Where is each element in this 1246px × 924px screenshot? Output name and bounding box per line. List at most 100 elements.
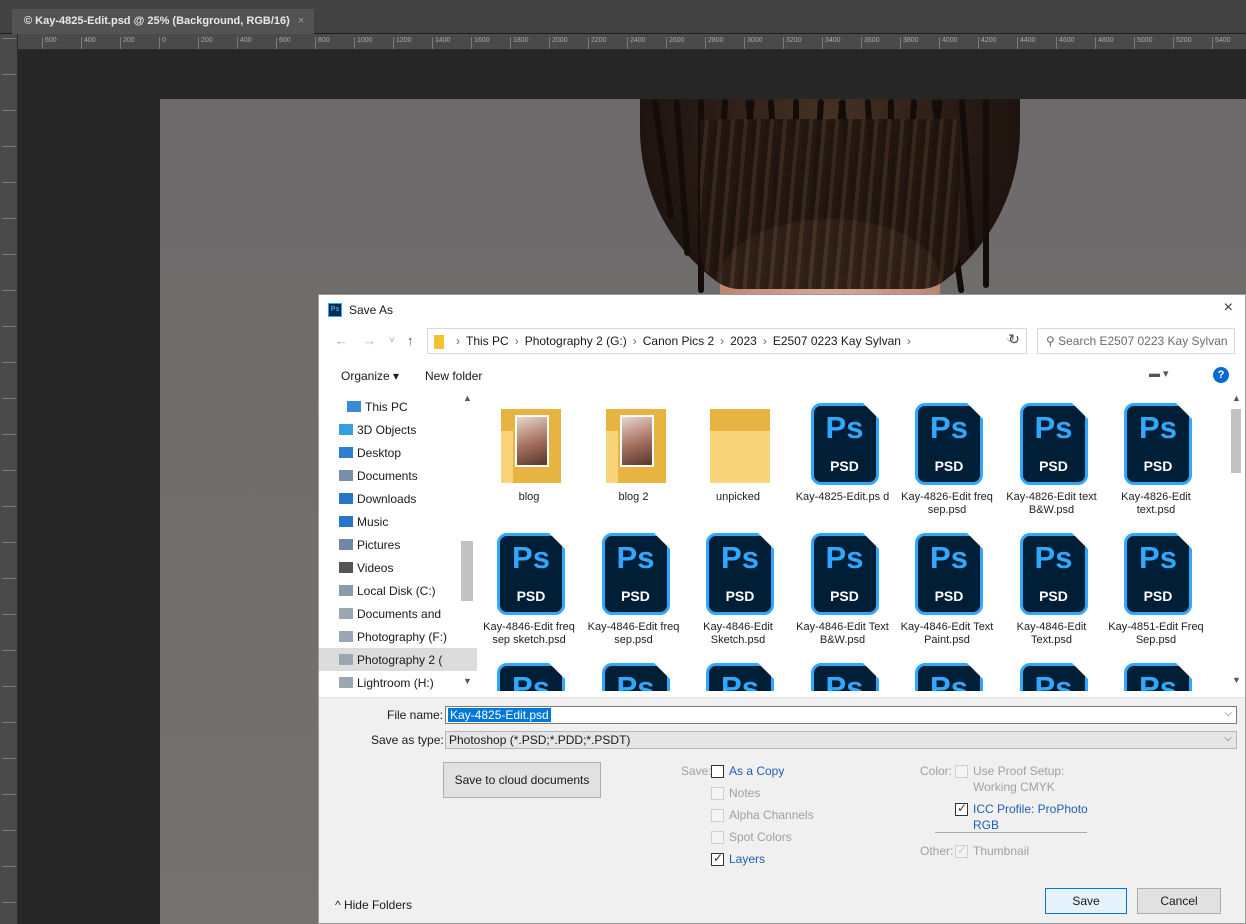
chevron-down-icon[interactable]: ⌵	[1224, 708, 1232, 719]
sidebar-item[interactable]: Pictures	[319, 533, 477, 556]
chevron-down-icon[interactable]: ⌵	[1224, 733, 1232, 744]
refresh-icon[interactable]: ↻	[1003, 331, 1025, 351]
document-tab-close-icon[interactable]: ×	[298, 15, 304, 27]
icc-profile-label[interactable]: ICC Profile: ProPhoto	[973, 802, 1088, 816]
scroll-up-icon[interactable]: ▲	[463, 393, 472, 403]
ruler-tick-label: 3800	[900, 37, 919, 49]
breadcrumb-item[interactable]: 2023	[730, 334, 757, 348]
sidebar-item[interactable]: Photography (F:)	[319, 625, 477, 648]
back-arrow-icon[interactable]: ←	[335, 333, 348, 348]
psd-file-item[interactable]: Ps PSD Kay-4826-Edit text.psd	[1106, 391, 1206, 521]
psd-glyph: PSD	[830, 588, 859, 604]
sidebar-item[interactable]: Videos	[319, 556, 477, 579]
save-button[interactable]: Save	[1045, 888, 1127, 914]
ps-glyph: Ps	[721, 670, 759, 691]
search-input[interactable]: ⚲ Search E2507 0223 Kay Sylvan	[1037, 328, 1235, 354]
hide-folders-button[interactable]: ^ Hide Folders	[335, 898, 412, 912]
sidebar-item[interactable]: Lightroom (H:)	[319, 671, 477, 691]
sidebar-item[interactable]: Desktop	[319, 441, 477, 464]
breadcrumb-item[interactable]: E2507 0223 Kay Sylvan	[773, 334, 901, 348]
file-list-scrollbar[interactable]: ▲ ▼	[1227, 391, 1245, 691]
as-a-copy-checkbox[interactable]	[711, 765, 724, 778]
sidebar-item[interactable]: This PC	[319, 395, 477, 418]
breadcrumb-item[interactable]: This PC	[466, 334, 509, 348]
psd-file-item[interactable]: PsPSD	[688, 651, 788, 691]
close-icon[interactable]: ×	[1224, 299, 1233, 317]
view-options-icon[interactable]: ▬ ▾	[1149, 367, 1181, 380]
sidebar-item[interactable]: Photography 2 (	[319, 648, 477, 671]
psd-file-item[interactable]: PsPSD	[793, 651, 893, 691]
psd-file-item[interactable]: PsPSD	[897, 651, 997, 691]
psd-file-item[interactable]: Ps PSD Kay-4826-Edit text B&W.psd	[1002, 391, 1102, 521]
network-drive-icon	[339, 677, 353, 688]
breadcrumb-item[interactable]: Canon Pics 2	[643, 334, 714, 348]
ps-glyph: Ps	[825, 410, 864, 445]
folder-item[interactable]: unpicked	[688, 391, 788, 521]
scroll-thumb[interactable]	[461, 541, 473, 601]
psd-file-item[interactable]: Ps PSD Kay-4851-Edit Freq Sep.psd	[1106, 521, 1206, 651]
psd-file-item[interactable]: PsPSD	[1002, 651, 1102, 691]
scroll-down-icon[interactable]: ▼	[463, 676, 472, 686]
cancel-button[interactable]: Cancel	[1137, 888, 1221, 914]
icc-profile-checkbox[interactable]: ✓	[955, 801, 968, 816]
new-folder-button[interactable]: New folder	[425, 369, 482, 383]
ps-glyph: Ps	[721, 540, 759, 575]
color-options-label: Color:	[920, 764, 953, 778]
download-icon	[339, 493, 353, 504]
save-to-cloud-button[interactable]: Save to cloud documents	[443, 762, 601, 798]
psd-file-item[interactable]: Ps PSD Kay-4846-Edit Sketch.psd	[688, 521, 788, 651]
folder-item[interactable]: blog	[479, 391, 579, 521]
sidebar-item[interactable]: Documents and	[319, 602, 477, 625]
psd-file-item[interactable]: Ps PSD Kay-4846-Edit freq sep.psd	[584, 521, 684, 651]
save-options-panel: File name: Kay-4825-Edit.psd ⌵ Save as t…	[319, 697, 1245, 923]
notes-checkbox	[711, 787, 724, 800]
sidebar-item[interactable]: Downloads	[319, 487, 477, 510]
photoshop-app-icon: Ps	[328, 303, 342, 317]
organize-button[interactable]: Organize ▾	[341, 369, 399, 383]
layers-checkbox[interactable]: ✓	[711, 851, 724, 866]
save-as-type-select[interactable]: Photoshop (*.PSD;*.PDD;*.PSDT) ⌵	[445, 731, 1237, 749]
psd-file-item[interactable]: PsPSD	[584, 651, 684, 691]
save-as-type-label: Save as type:	[371, 733, 444, 747]
hair-strand	[983, 99, 989, 288]
help-icon[interactable]: ?	[1213, 367, 1229, 383]
psd-file-item[interactable]: Ps PSD Kay-4826-Edit freq sep.psd	[897, 391, 997, 521]
scroll-thumb[interactable]	[1231, 409, 1241, 473]
ruler-tick	[2, 146, 16, 182]
scroll-down-icon[interactable]: ▼	[1232, 675, 1241, 685]
psd-file-item[interactable]: Ps PSD Kay-4846-Edit Text B&W.psd	[793, 521, 893, 651]
psd-file-item[interactable]: Ps PSD Kay-4825-Edit.ps d	[793, 391, 893, 521]
psd-file-item[interactable]: Ps PSD Kay-4846-Edit freq sep sketch.psd	[479, 521, 579, 651]
ruler-tick	[2, 758, 16, 794]
recent-locations-icon[interactable]: ˅	[389, 335, 395, 346]
address-bar[interactable]: › This PC › Photography 2 (G:) › Canon Pics 2…	[427, 328, 1027, 354]
sidebar-item[interactable]: Music	[319, 510, 477, 533]
sidebar-item[interactable]: Documents	[319, 464, 477, 487]
dialog-titlebar: Ps Save As ×	[319, 295, 1245, 325]
psd-file-item[interactable]: Ps PSD Kay-4846-Edit Text.psd	[1002, 521, 1102, 651]
folder-item[interactable]: blog 2	[584, 391, 684, 521]
scroll-up-icon[interactable]: ▲	[1232, 393, 1241, 403]
sidebar-item[interactable]: 3D Objects	[319, 418, 477, 441]
ruler-tick	[2, 686, 16, 722]
breadcrumb-item[interactable]: Photography 2 (G:)	[525, 334, 627, 348]
document-tab[interactable]: © Kay-4825-Edit.psd @ 25% (Background, R…	[12, 9, 315, 34]
ruler-tick	[2, 326, 16, 362]
psd-file-item[interactable]: PsPSD	[1106, 651, 1206, 691]
folder-icon	[434, 335, 444, 349]
psd-file-item[interactable]: Ps PSD Kay-4846-Edit Text Paint.psd	[897, 521, 997, 651]
ruler-tick	[2, 866, 16, 902]
navigation-pane-scrollbar[interactable]: ▲ ▼	[459, 391, 475, 691]
ruler-tick	[2, 74, 16, 110]
sidebar-item[interactable]: Local Disk (C:)	[319, 579, 477, 602]
up-arrow-icon[interactable]: ↑	[407, 333, 414, 348]
breadcrumb-separator-icon[interactable]: ›	[907, 334, 911, 348]
psd-file-item[interactable]: PsPSD	[479, 651, 579, 691]
alpha-channels-checkbox	[711, 809, 724, 822]
forward-arrow-icon[interactable]: →	[363, 333, 376, 348]
ruler-tick	[2, 434, 16, 470]
file-name-field[interactable]: Kay-4825-Edit.psd ⌵	[445, 706, 1237, 724]
layers-label[interactable]: Layers	[729, 852, 765, 866]
as-a-copy-label[interactable]: As a Copy	[729, 764, 784, 778]
psd-glyph: PSD	[725, 588, 755, 604]
